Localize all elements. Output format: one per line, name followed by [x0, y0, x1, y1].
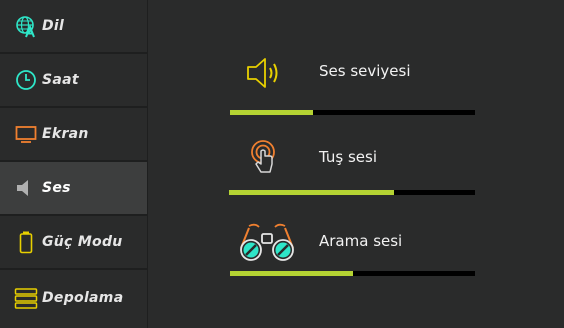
settings-screen: Dil Saat Ekran Ses Güç Modu Depolama Ses… [0, 0, 564, 328]
sidebar-item-label: Ses [42, 180, 71, 196]
monitor-icon [14, 122, 38, 146]
sidebar-item-dil[interactable]: Dil [0, 0, 148, 52]
key-sound-slider-fill [229, 190, 394, 195]
sidebar-item-label: Güç Modu [42, 234, 123, 250]
binoculars-icon [239, 220, 294, 261]
sidebar-item-depolama[interactable]: Depolama [0, 270, 148, 328]
call-sound-label: Arama sesi [319, 232, 403, 250]
sidebar-item-ses[interactable]: Ses [0, 162, 148, 214]
speaker-icon [14, 176, 38, 200]
speaker-volume-icon [246, 53, 294, 93]
sidebar-item-guc-modu[interactable]: Güç Modu [0, 216, 148, 268]
clock-icon [14, 68, 38, 92]
storage-icon [14, 286, 38, 310]
volume-label: Ses seviyesi [319, 62, 411, 80]
sidebar-item-label: Saat [42, 72, 79, 88]
volume-slider-fill [230, 110, 314, 115]
sidebar-item-label: Ekran [42, 126, 89, 142]
key-sound-label: Tuş sesi [319, 148, 378, 166]
settings-sidebar: Dil Saat Ekran Ses Güç Modu Depolama [0, 0, 148, 328]
sidebar-item-label: Dil [42, 18, 65, 34]
sound-settings-panel: Ses seviyesi Tuş sesi Arama sesi [149, 0, 564, 328]
call-sound-slider-fill [230, 271, 353, 276]
battery-icon [14, 230, 38, 254]
touch-hand-icon [246, 138, 294, 178]
sidebar-item-label: Depolama [42, 290, 124, 306]
globe-a-icon [14, 14, 38, 38]
sidebar-item-ekran[interactable]: Ekran [0, 108, 148, 160]
sidebar-item-saat[interactable]: Saat [0, 54, 148, 106]
call-sound-slider[interactable] [230, 271, 475, 276]
volume-slider[interactable] [230, 110, 475, 115]
key-sound-slider[interactable] [229, 190, 475, 195]
